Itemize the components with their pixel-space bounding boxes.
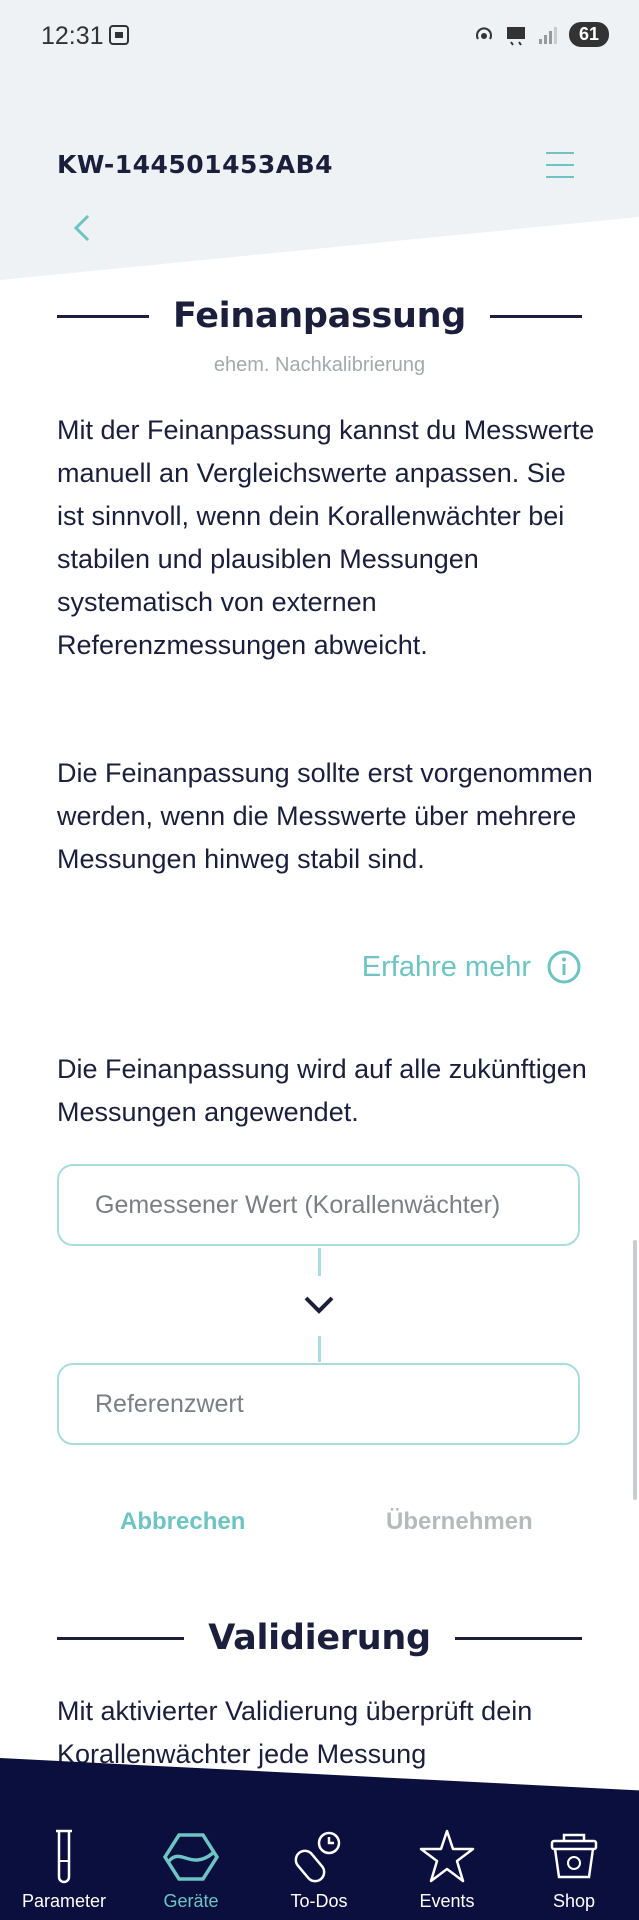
shop-basket-icon	[550, 1833, 598, 1879]
fine-tuning-intro: Mit der Feinanpassung kannst du Messwert…	[57, 415, 595, 660]
status-bar: 12:31 61	[0, 0, 639, 70]
todo-clock-icon	[294, 1831, 341, 1883]
learn-more-label[interactable]: Erfahre mehr	[362, 951, 531, 984]
nav-label: Geräte	[163, 1891, 219, 1911]
heading-divider-left	[57, 1636, 185, 1640]
signal-icon	[538, 26, 557, 44]
validation-description: Mit aktivierter Validierung überprüft de…	[57, 1696, 533, 1769]
status-icons: 61	[473, 22, 609, 47]
nav-item-parameter[interactable]: Parameter	[9, 1827, 119, 1912]
bottom-navigation: Parameter Geräte To-Dos Events Shop	[0, 1758, 639, 1920]
back-chevron-icon[interactable]	[70, 212, 94, 244]
nav-label: Shop	[552, 1891, 596, 1911]
reference-value-field[interactable]	[57, 1363, 580, 1445]
status-time: 12:31	[41, 22, 104, 50]
device-id-title: KW-144501453AB4	[57, 150, 334, 179]
nav-item-todos[interactable]: To-Dos	[264, 1827, 374, 1912]
learn-more-link[interactable]: Erfahre mehr	[362, 950, 581, 984]
measured-value-field[interactable]	[57, 1164, 580, 1246]
hotspot-icon	[475, 26, 492, 40]
heading-divider-right	[490, 314, 583, 318]
screenshot-icon	[109, 25, 129, 45]
battery-indicator: 61	[568, 22, 609, 47]
nav-label: Events	[419, 1891, 475, 1911]
info-icon[interactable]	[547, 950, 581, 984]
apply-button[interactable]: Übernehmen	[386, 1508, 533, 1536]
heading-divider-left	[57, 314, 149, 318]
test-tube-icon	[56, 1829, 72, 1884]
validation-heading: Validierung	[57, 1618, 582, 1658]
cancel-button[interactable]: Abbrechen	[120, 1508, 245, 1536]
nav-item-events[interactable]: Events	[392, 1827, 502, 1912]
scrollbar-thumb[interactable]	[633, 1240, 637, 1500]
heading-divider-right	[454, 1636, 582, 1640]
starfish-icon	[419, 1829, 475, 1883]
fine-tuning-subtitle: ehem. Nachkalibrierung	[213, 354, 426, 376]
reference-value-input[interactable]	[93, 1388, 578, 1420]
connector-line-top	[318, 1248, 321, 1276]
fine-tuning-heading: Feinanpassung	[57, 296, 583, 336]
nav-item-shop[interactable]: Shop	[519, 1827, 629, 1912]
validation-title: Validierung	[208, 1618, 431, 1658]
connector-line-bottom	[318, 1336, 321, 1362]
fine-tuning-title: Feinanpassung	[173, 296, 467, 336]
measured-value-input[interactable]	[93, 1189, 578, 1221]
fine-tuning-applies-note: Die Feinanpassung wird auf alle zukünfti…	[57, 1054, 587, 1127]
nav-label: To-Dos	[290, 1891, 348, 1911]
5g-icon	[506, 26, 525, 46]
nav-label: Parameter	[21, 1891, 107, 1911]
fine-tuning-stability-note: Die Feinanpassung sollte erst vorgenomme…	[57, 758, 593, 874]
nav-item-geraete[interactable]: Geräte	[136, 1827, 246, 1912]
chevron-down-icon	[304, 1296, 334, 1314]
device-icon	[162, 1833, 220, 1881]
menu-icon[interactable]	[543, 148, 577, 182]
